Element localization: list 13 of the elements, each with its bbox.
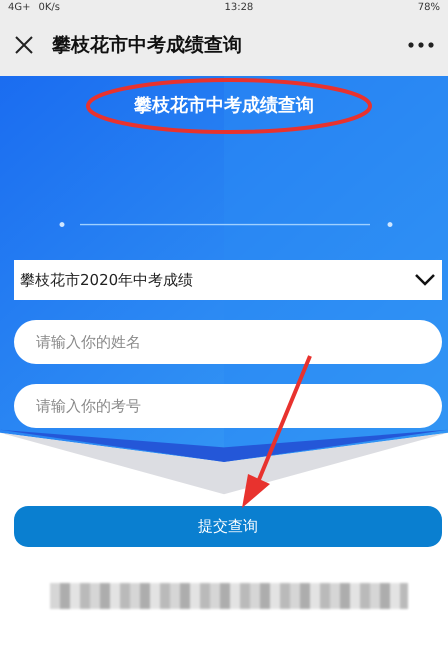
page-title: 攀枝花市中考成绩查询 [52,33,243,58]
input-field[interactable]: 请输入你的考号 [14,384,442,428]
battery-label: 78% [418,2,440,12]
network-label: 4G+ [8,2,30,12]
speed-label: 0K/s [38,2,60,12]
close-icon [14,35,34,55]
input-field[interactable]: 请输入你的姓名 [14,320,442,364]
more-icon [408,42,434,48]
banner-title: 攀枝花市中考成绩查询 [134,94,314,117]
chevron-down-icon [414,273,436,287]
exam-select[interactable]: 攀枝花市2020年中考成绩 [14,260,442,300]
clock-time: 13:28 [224,2,254,12]
submit-button[interactable]: 提交查询 [14,506,442,547]
